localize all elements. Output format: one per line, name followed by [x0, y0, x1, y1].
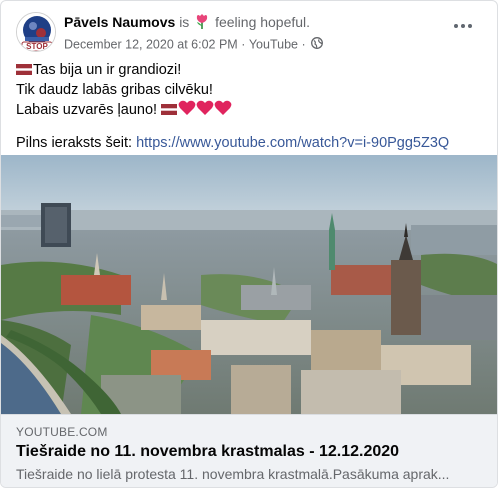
post-subline: December 12, 2020 at 6:02 PM · YouTube · [64, 36, 324, 53]
message-text-3: Labais uzvarēs ļauno! [16, 102, 158, 118]
tulip-icon [195, 14, 209, 33]
link-title[interactable]: Tiešraide no 11. novembra krastmalas - 1… [16, 443, 399, 461]
latvia-flag-icon [16, 62, 32, 81]
is-text: is [179, 14, 190, 30]
post-meta: Pāvels Naumovs is feeling hopeful. Decem… [64, 13, 324, 53]
youtube-link[interactable]: https://www.youtube.com/watch?v=i-90Pgg5… [136, 135, 449, 151]
link-line: Pilns ieraksts šeit: https://www.youtube… [16, 134, 482, 153]
feeling-text[interactable]: feeling hopeful. [215, 14, 310, 30]
more-options-button[interactable] [453, 21, 473, 31]
post-header: STOP Pāvels Naumovs is feeling hopeful. … [16, 11, 482, 53]
separator-dot: · [241, 37, 246, 52]
link-domain: YOUTUBE.COM [16, 425, 108, 439]
latvia-flag-icon [161, 102, 178, 121]
message-line-2: Tik daudz labās gribas cilvēku! [16, 82, 213, 98]
post-message: Tas bija un ir grandiozi! Tik daudz labā… [16, 61, 482, 153]
avatar[interactable]: STOP [16, 12, 56, 52]
message-text-1: Tas bija un ir grandiozi! [33, 62, 182, 78]
post-source[interactable]: YouTube [249, 38, 298, 52]
link-card[interactable]: YOUTUBE.COM Tiešraide no 11. novembra kr… [1, 414, 497, 487]
more-dot [461, 24, 465, 28]
avatar-stop-text: STOP [26, 42, 48, 51]
link-prefix: Pilns ieraksts šeit: [16, 135, 133, 151]
message-line-3: Labais uzvarēs ļauno! [16, 100, 482, 122]
separator-dot: · [301, 37, 306, 52]
globe-icon[interactable] [311, 36, 324, 53]
post-date[interactable]: December 12, 2020 at 6:02 PM [64, 38, 238, 52]
more-dot [454, 24, 458, 28]
link-description: Tiešraide no lielā protesta 11. novembra… [16, 466, 450, 482]
author-line: Pāvels Naumovs is feeling hopeful. [64, 13, 323, 33]
author-name[interactable]: Pāvels Naumovs [64, 14, 175, 30]
link-preview-image[interactable] [1, 155, 497, 414]
more-dot [468, 24, 472, 28]
facebook-post: STOP Pāvels Naumovs is feeling hopeful. … [0, 0, 498, 488]
red-heart-icon [178, 100, 232, 122]
message-line-1: Tas bija un ir grandiozi! [16, 61, 482, 81]
